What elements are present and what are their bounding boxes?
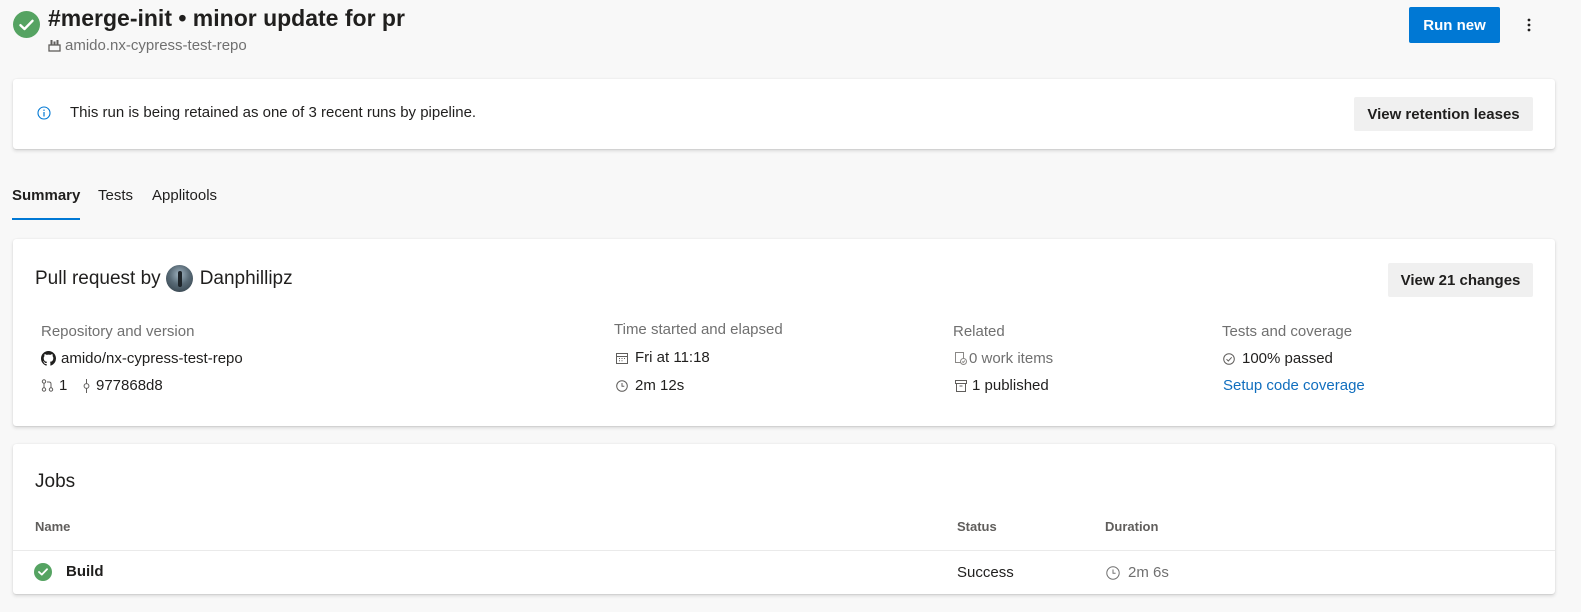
info-icon [37,106,51,120]
clock-icon [1106,565,1120,580]
column-header-duration: Duration [1105,519,1159,534]
column-header-status: Status [957,519,997,534]
setup-code-coverage-link[interactable]: Setup code coverage [1223,377,1365,394]
run-new-button[interactable]: Run new [1409,7,1500,43]
commit-link[interactable]: 977868d8 [82,377,163,394]
pipeline-name-label: amido.nx-cypress-test-repo [65,37,247,54]
commit-hash: 977868d8 [96,377,163,394]
work-items-link[interactable]: 0 work items [955,350,1053,367]
tests-passed-value: 100% passed [1242,350,1333,367]
retention-banner: This run is being retained as one of 3 r… [13,79,1555,149]
pull-request-number: 1 [59,377,68,394]
commit-icon [82,378,91,393]
job-success-icon [34,563,52,581]
more-actions-icon[interactable] [1518,12,1540,38]
jobs-title: Jobs [35,471,76,492]
table-row[interactable]: Build Success 2m 6s [13,551,1555,594]
run-success-icon [13,11,40,38]
check-circle-icon [1223,352,1235,365]
column-header-name: Name [35,519,71,534]
pr-author[interactable]: Danphillipz [200,268,293,290]
job-status: Success [957,564,1014,581]
time-elapsed: 2m 12s [616,377,684,394]
pull-request-icon [41,379,54,392]
time-started: Fri at 11:18 [616,349,710,366]
jobs-card: Jobs Name Status Duration Build Success … [13,444,1555,594]
pipeline-icon [48,39,61,52]
clock-icon [616,379,628,392]
published-artifacts-link[interactable]: 1 published [955,377,1049,394]
time-elapsed-value: 2m 12s [635,377,685,394]
pr-prefix: Pull request by [35,267,161,289]
repository-name: amido/nx-cypress-test-repo [61,350,243,367]
tab-tests[interactable]: Tests [98,187,133,204]
retention-message: This run is being retained as one of 3 r… [70,104,477,121]
tests-passed-link[interactable]: 100% passed [1223,350,1333,367]
avatar [165,265,193,292]
published-count: 1 published [972,377,1049,394]
tab-applitools[interactable]: Applitools [152,187,217,204]
run-title: #merge-init • minor update for pr [48,5,405,31]
active-tab-indicator [12,218,80,220]
pull-request-heading: Pull request by Danphillipz [35,265,293,292]
view-changes-button[interactable]: View 21 changes [1388,263,1533,297]
repository-heading: Repository and version [41,323,195,340]
repository-link[interactable]: amido/nx-cypress-test-repo [41,350,243,367]
related-heading: Related [953,323,1005,340]
work-item-icon [955,352,967,365]
tests-heading: Tests and coverage [1222,323,1353,340]
pull-request-link[interactable]: 1 [41,377,67,394]
summary-card: Pull request by Danphillipz View 21 chan… [13,239,1555,426]
job-duration-value: 2m 6s [1128,564,1169,581]
job-duration: 2m 6s [1106,564,1169,581]
time-started-value: Fri at 11:18 [635,349,710,366]
calendar-icon [616,352,628,364]
time-heading: Time started and elapsed [614,321,783,338]
artifact-icon [955,379,967,392]
work-items-count: 0 work items [969,350,1054,367]
github-icon [41,351,56,366]
job-name: Build [66,563,104,580]
pipeline-name[interactable]: amido.nx-cypress-test-repo [48,37,247,54]
tab-summary[interactable]: Summary [12,187,80,204]
view-retention-leases-button[interactable]: View retention leases [1354,97,1533,131]
